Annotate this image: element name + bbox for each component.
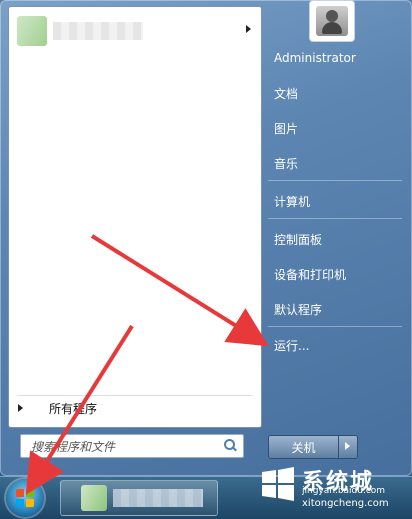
menu-item-documents[interactable]: 文档 (266, 81, 404, 105)
menu-item-control-panel[interactable]: 控制面板 (266, 227, 404, 251)
pinned-program-item[interactable] (13, 11, 255, 51)
menu-item-run[interactable]: 运行... (266, 333, 404, 357)
menu-item-music[interactable]: 音乐 (266, 151, 404, 175)
all-programs-label: 所有程序 (49, 401, 98, 416)
program-icon (17, 16, 47, 46)
blurred-program-name (53, 22, 143, 40)
menu-item-label: 计算机 (274, 194, 311, 209)
chevron-right-icon (18, 404, 23, 412)
shutdown-button-group[interactable]: 关机 (268, 435, 358, 459)
windows-flag-icon (16, 489, 34, 507)
menu-item-pictures[interactable]: 图片 (266, 116, 404, 140)
menu-item-label: 控制面板 (274, 232, 323, 247)
start-menu-left-panel (8, 6, 262, 428)
divider (268, 180, 402, 181)
blurred-program-name (113, 489, 203, 507)
menu-item-label: 图片 (274, 121, 299, 136)
divider (268, 218, 402, 219)
shutdown-options-chevron-icon[interactable] (338, 436, 357, 458)
menu-item-label: 设备和打印机 (274, 267, 347, 282)
chevron-right-icon[interactable] (246, 25, 251, 33)
watermark-line1: jingyan.baidu.com (302, 486, 386, 496)
shutdown-button[interactable]: 关机 (269, 436, 338, 458)
divider (17, 395, 253, 396)
taskbar-button[interactable] (60, 480, 218, 516)
search-icon[interactable] (221, 437, 239, 455)
menu-item-label: 运行... (274, 338, 310, 353)
menu-item-default-programs[interactable]: 默认程序 (266, 297, 404, 321)
menu-item-computer[interactable]: 计算机 (266, 189, 404, 213)
menu-item-label: 文档 (274, 86, 299, 101)
menu-item-label: 默认程序 (274, 302, 323, 317)
search-placeholder: 搜索程序和文件 (31, 439, 116, 454)
program-icon (81, 485, 107, 511)
all-programs-button[interactable]: 所有程序 (10, 398, 240, 418)
start-menu: 所有程序 搜索程序和文件 Administrator 文档 图片 音乐 计算机 … (0, 0, 412, 476)
user-avatar[interactable] (309, 0, 355, 42)
watermark-line2: xitongcheng.com (302, 498, 389, 509)
menu-item-administrator[interactable]: Administrator (266, 46, 404, 70)
divider (268, 326, 402, 327)
menu-item-label: 音乐 (274, 156, 299, 171)
menu-item-label: Administrator (274, 51, 356, 65)
user-avatar-icon (316, 6, 348, 36)
start-orb-icon[interactable] (6, 479, 44, 517)
search-input[interactable]: 搜索程序和文件 (20, 434, 244, 458)
watermark-logo-icon (262, 467, 294, 501)
menu-item-devices-printers[interactable]: 设备和打印机 (266, 262, 404, 286)
watermark: 系统城 jingyan.baidu.com xitongcheng.com (256, 458, 406, 518)
